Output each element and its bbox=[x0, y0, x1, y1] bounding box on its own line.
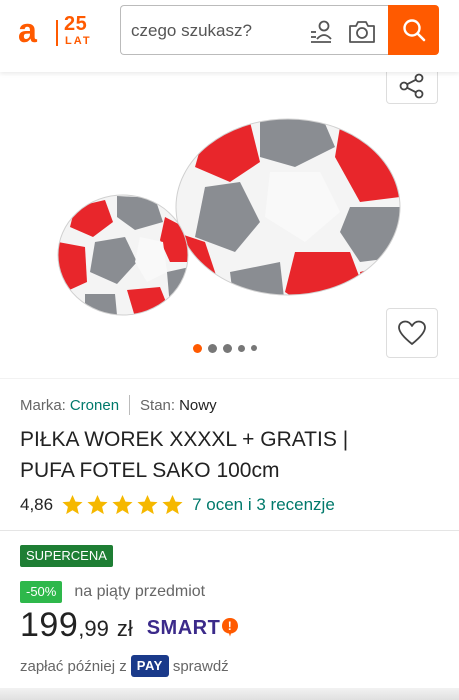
rating-row: 4,86 7 ocen i 3 recenzje bbox=[20, 493, 335, 517]
star-icon bbox=[162, 494, 183, 515]
rating-stars bbox=[61, 494, 184, 516]
product-title-line1: PIŁKA WOREK XXXXL + GRATIS | bbox=[20, 428, 349, 451]
gallery-dot[interactable] bbox=[223, 343, 232, 353]
gallery-dot[interactable] bbox=[208, 343, 217, 353]
divider bbox=[0, 378, 459, 379]
price-currency: zł bbox=[116, 616, 133, 641]
search-button[interactable] bbox=[388, 5, 439, 55]
smart-badge-icon: ! bbox=[222, 618, 239, 637]
logo-letter: a bbox=[18, 12, 37, 50]
search-input[interactable] bbox=[131, 19, 301, 43]
logo-separator bbox=[56, 20, 58, 46]
star-icon bbox=[87, 494, 108, 515]
favorite-button[interactable] bbox=[386, 308, 438, 358]
price-decimal: ,99 bbox=[78, 616, 109, 641]
camera-icon[interactable] bbox=[347, 19, 377, 45]
top-header: a 25 LAT bbox=[0, 0, 459, 72]
allegro-logo[interactable]: a 25 LAT bbox=[18, 14, 100, 50]
gallery-dot[interactable] bbox=[193, 343, 202, 353]
price-row: 199 ,99 zł SMART ! bbox=[20, 606, 239, 650]
brand-link[interactable]: Cronen bbox=[70, 397, 119, 414]
heart-icon bbox=[398, 320, 426, 345]
discount-badge: -50% bbox=[20, 581, 63, 603]
gallery-dot[interactable] bbox=[238, 344, 245, 352]
pay-badge: PAY bbox=[130, 655, 169, 677]
meta-separator bbox=[129, 395, 131, 415]
reviews-link[interactable]: 7 ocen i 3 recenzje bbox=[192, 495, 335, 515]
supercena-badge: SUPERCENA bbox=[20, 545, 113, 567]
pay-check-link[interactable]: sprawdź bbox=[173, 658, 229, 675]
condition-label: Stan: bbox=[140, 396, 176, 414]
gallery-dot[interactable] bbox=[251, 345, 257, 351]
logo-suffix: LAT bbox=[65, 35, 92, 47]
brand-label: Marka: bbox=[20, 396, 66, 414]
share-button[interactable] bbox=[386, 68, 438, 104]
bottom-bar-edge bbox=[0, 688, 459, 700]
smart-logo[interactable]: SMART ! bbox=[147, 617, 240, 640]
star-icon bbox=[112, 494, 133, 515]
search-icon bbox=[402, 19, 425, 42]
condition-value: Nowy bbox=[179, 396, 217, 414]
gallery-pagination bbox=[193, 343, 257, 353]
star-icon bbox=[62, 494, 83, 515]
product-title: PIŁKA WOREK XXXXL + GRATIS | PUFA FOTEL … bbox=[20, 424, 440, 486]
product-title-line2: PUFA FOTEL SAKO 100cm bbox=[20, 459, 280, 482]
share-icon bbox=[399, 73, 424, 98]
product-meta: Marka: Cronen Stan: Nowy bbox=[20, 395, 217, 415]
price-integer: 199 bbox=[20, 606, 79, 644]
logo-number: 25 bbox=[64, 13, 88, 35]
rating-value: 4,86 bbox=[20, 495, 54, 514]
discount-row: -50% na piąty przedmiot bbox=[20, 581, 205, 603]
discount-text: na piąty przedmiot bbox=[74, 583, 206, 600]
search-box bbox=[120, 5, 390, 55]
product-image[interactable] bbox=[55, 112, 405, 322]
star-icon bbox=[137, 494, 158, 515]
smart-mark: ! bbox=[228, 619, 233, 633]
list-search-icon[interactable] bbox=[309, 19, 335, 45]
pay-later-row: zapłać później z PAY sprawdź bbox=[20, 655, 229, 677]
divider bbox=[0, 530, 459, 531]
smart-label: SMART bbox=[146, 617, 221, 639]
pay-prefix: zapłać później z bbox=[20, 657, 127, 675]
